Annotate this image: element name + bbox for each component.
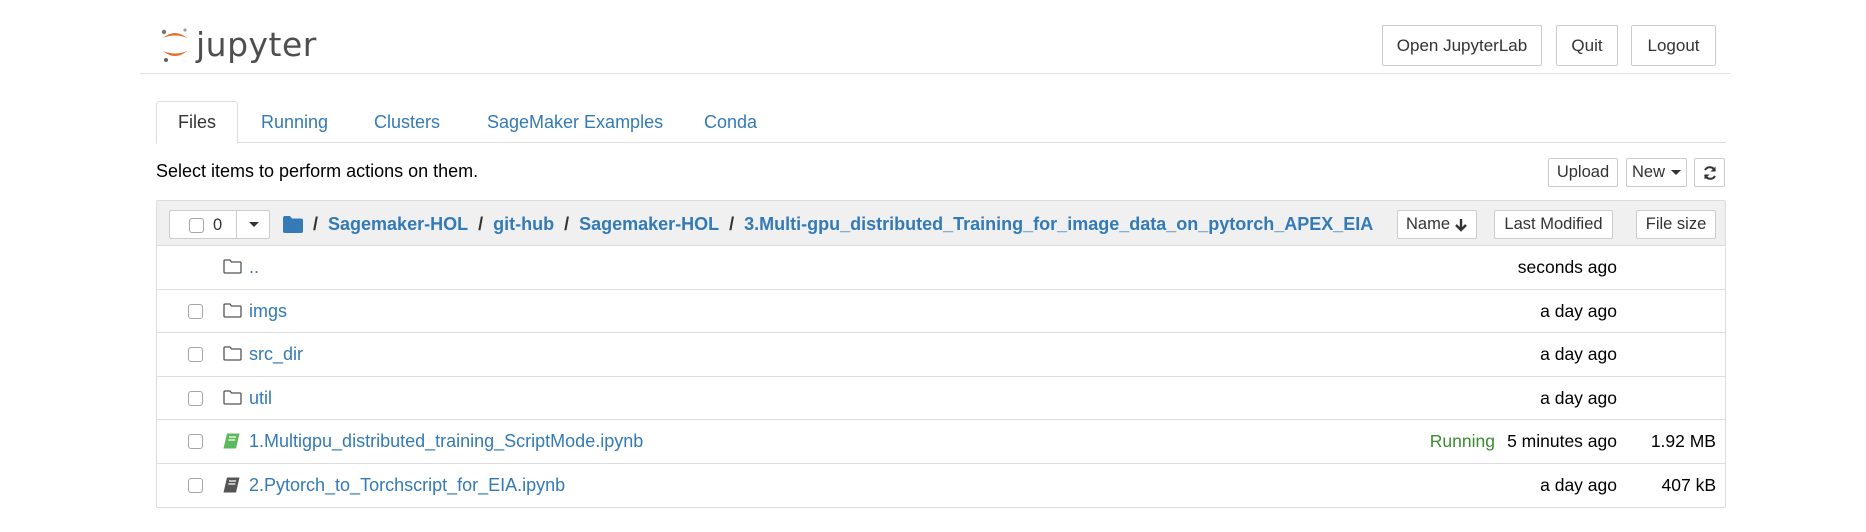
tab-running[interactable]: Running xyxy=(240,101,349,144)
item-name[interactable]: util xyxy=(249,388,272,409)
tab-clusters[interactable]: Clusters xyxy=(353,101,461,144)
running-status: Running xyxy=(1429,431,1495,451)
list-item[interactable]: 2.Pytorch_to_Torchscript_for_EIA.ipynb a… xyxy=(157,464,1725,508)
item-last-modified: 5 minutes ago xyxy=(1507,431,1617,451)
folder-home-icon[interactable] xyxy=(283,215,303,233)
quit-button[interactable]: Quit xyxy=(1556,25,1618,66)
item-checkbox[interactable] xyxy=(188,434,203,449)
tab-files[interactable]: Files xyxy=(156,101,239,144)
breadcrumb: / Sagemaker-HOL / git-hub / Sagemaker-HO… xyxy=(283,213,1373,235)
open-jupyterlab-button[interactable]: Open JupyterLab xyxy=(1382,25,1542,66)
folder-icon xyxy=(223,259,242,274)
sort-name-label: Name xyxy=(1405,215,1450,233)
jupyter-logo[interactable]: jupyter xyxy=(160,22,317,66)
list-item[interactable]: util a day ago xyxy=(157,377,1725,420)
breadcrumb-separator: / xyxy=(564,213,570,234)
file-list: 0 / Sagemaker-HOL / git-hub / Sagemaker-… xyxy=(156,200,1726,508)
logo-text: jupyter xyxy=(196,24,317,64)
tab-bar: Files Running Clusters SageMaker Example… xyxy=(156,101,1726,144)
item-name[interactable]: .. xyxy=(249,257,259,278)
item-name[interactable]: 2.Pytorch_to_Torchscript_for_EIA.ipynb xyxy=(249,475,565,496)
list-item[interactable]: src_dir a day ago xyxy=(157,333,1725,377)
folder-icon xyxy=(223,389,242,405)
selected-count: 0 xyxy=(213,216,223,234)
breadcrumb-separator: / xyxy=(313,213,319,234)
item-file-size: 407 kB xyxy=(1661,474,1716,495)
item-checkbox[interactable] xyxy=(188,303,203,319)
breadcrumb-separator: / xyxy=(478,213,484,234)
breadcrumb-separator: / xyxy=(729,213,735,234)
new-button-label: New xyxy=(1631,163,1665,181)
select-menu-dropdown[interactable] xyxy=(236,211,270,238)
breadcrumb-git-hub[interactable]: git-hub xyxy=(493,214,554,235)
item-last-modified: seconds ago xyxy=(1517,257,1617,277)
sort-by-last-modified-button[interactable]: Last Modified xyxy=(1494,210,1613,239)
item-name[interactable]: imgs xyxy=(249,301,287,322)
select-all-control: 0 xyxy=(169,210,270,239)
item-checkbox[interactable] xyxy=(188,347,203,362)
selection-hint: Select items to perform actions on them. xyxy=(156,161,479,181)
file-list-header: 0 / Sagemaker-HOL / git-hub / Sagemaker-… xyxy=(157,201,1725,246)
new-button[interactable]: New xyxy=(1626,158,1687,187)
list-item[interactable]: .. seconds ago xyxy=(157,246,1725,290)
item-last-modified: a day ago xyxy=(1540,474,1617,495)
arrow-down-icon xyxy=(1455,218,1467,232)
folder-icon xyxy=(223,346,242,361)
tab-conda[interactable]: Conda xyxy=(683,101,778,144)
refresh-button[interactable] xyxy=(1694,158,1725,187)
select-all-checkbox[interactable] xyxy=(189,218,204,233)
sort-by-file-size-button[interactable]: File size xyxy=(1636,210,1716,239)
chevron-down-icon xyxy=(1671,170,1681,175)
notebook-running-icon xyxy=(223,433,240,449)
header: jupyter Open JupyterLab Quit Logout xyxy=(140,0,1730,74)
item-name[interactable]: 1.Multigpu_distributed_training_ScriptMo… xyxy=(249,431,643,452)
list-item[interactable]: 1.Multigpu_distributed_training_ScriptMo… xyxy=(157,420,1725,464)
item-last-modified: a day ago xyxy=(1540,387,1617,408)
tab-sagemaker-examples[interactable]: SageMaker Examples xyxy=(466,101,684,144)
breadcrumb-sagemaker-hol-2[interactable]: Sagemaker-HOL xyxy=(579,214,719,235)
notebook-icon xyxy=(223,477,240,492)
upload-button[interactable]: Upload xyxy=(1548,158,1618,187)
jupyter-logo-icon xyxy=(161,28,187,62)
logout-button[interactable]: Logout xyxy=(1631,25,1716,66)
item-checkbox[interactable] xyxy=(188,390,203,406)
folder-icon xyxy=(223,302,242,318)
list-item[interactable]: imgs a day ago xyxy=(157,290,1725,333)
chevron-down-icon xyxy=(248,222,259,227)
breadcrumb-current-folder[interactable]: 3.Multi-gpu_distributed_Training_for_ima… xyxy=(744,214,1373,235)
item-last-modified: a day ago xyxy=(1540,300,1617,321)
sort-by-name-button[interactable]: Name xyxy=(1397,210,1477,239)
item-checkbox[interactable] xyxy=(188,477,203,493)
breadcrumb-sagemaker-hol[interactable]: Sagemaker-HOL xyxy=(328,214,468,235)
refresh-icon xyxy=(1703,165,1716,180)
item-file-size: 1.92 MB xyxy=(1650,431,1716,451)
item-last-modified: a day ago xyxy=(1540,344,1617,364)
item-name[interactable]: src_dir xyxy=(249,344,303,365)
